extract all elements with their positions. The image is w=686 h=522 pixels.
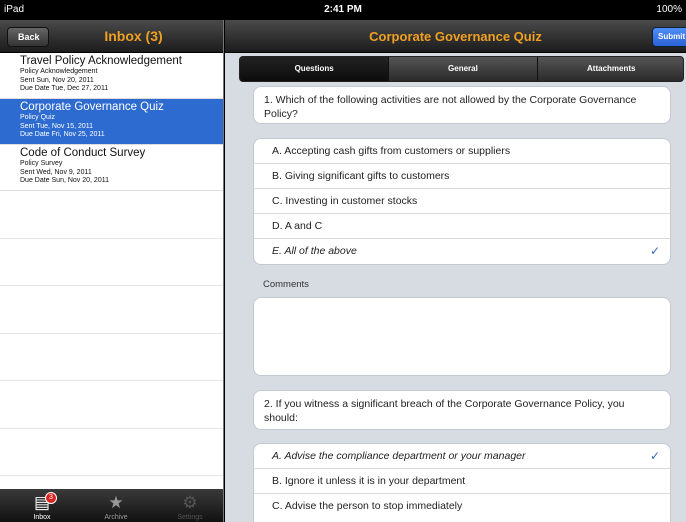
tab-settings[interactable]: ⚙ Settings — [160, 489, 220, 522]
answer-option-label: D. A and C — [272, 220, 323, 232]
submit-button[interactable]: Submit — [652, 27, 686, 47]
inbox-item-sent: Sent Sun, Nov 20, 2011 — [20, 76, 94, 84]
answer-option-label: A. Accepting cash gifts from customers o… — [272, 145, 511, 157]
checkmark-icon: ✓ — [649, 244, 660, 258]
segment-general[interactable]: General — [388, 57, 536, 81]
comments-label: Comments — [263, 279, 309, 290]
empty-row — [0, 334, 223, 381]
quiz-nav-bar: Corporate Governance Quiz Submit — [225, 20, 686, 53]
question-2-card: 2. If you witness a significant breach o… — [253, 390, 671, 430]
answer-option-selected[interactable]: A. Advise the compliance department or y… — [254, 444, 670, 469]
inbox-item-sent: Sent Wed, Nov 9, 2011 — [20, 168, 92, 176]
tab-inbox[interactable]: ▤ 3 Inbox — [12, 489, 72, 522]
inbox-item[interactable]: Code of Conduct Survey Policy Survey Sen… — [0, 145, 223, 191]
answer-option[interactable]: A. Accepting cash gifts from customers o… — [254, 139, 670, 164]
empty-row — [0, 286, 223, 334]
empty-row — [0, 191, 223, 239]
answer-option[interactable]: C. Advise the person to stop immediately — [254, 494, 670, 519]
inbox-item-due: Due Date Fri, Nov 25, 2011 — [20, 131, 105, 138]
answer-option-label: C. Investing in customer stocks — [272, 195, 418, 207]
inbox-item-type: Policy Acknowledgement — [20, 68, 98, 75]
inbox-item-due: Due Date Sun, Nov 20, 2011 — [20, 177, 109, 184]
tab-label: Inbox — [33, 514, 51, 521]
answer-option-label: E. All of the above — [272, 245, 357, 257]
status-bar: iPad 2:41 PM 100% — [0, 0, 686, 20]
answer-option[interactable]: D. A and C — [254, 214, 670, 239]
clock: 2:41 PM — [324, 4, 362, 15]
answer-option[interactable]: B. Giving significant gifts to customers — [254, 164, 670, 189]
inbox-item-title: Travel Policy Acknowledgement — [20, 55, 182, 67]
inbox-item-selected[interactable]: Corporate Governance Quiz Policy Quiz Se… — [0, 99, 223, 145]
inbox-item-due: Due Date Tue, Dec 27, 2011 — [20, 85, 109, 92]
unread-badge: 3 — [45, 492, 57, 504]
section-segmented-control: Questions General Attachments — [239, 56, 684, 82]
segment-questions[interactable]: Questions — [240, 57, 389, 81]
question-1-text: 1. Which of the following activities are… — [264, 94, 637, 120]
answer-option-label: C. Advise the person to stop immediately — [272, 500, 463, 512]
answer-option-label: B. Giving significant gifts to customers — [272, 170, 450, 182]
answer-option-label: A. Advise the compliance department or y… — [272, 450, 526, 462]
inbox-item-sent: Sent Tue, Nov 15, 2011 — [20, 122, 94, 130]
tab-label: Settings — [177, 514, 203, 521]
back-button[interactable]: Back — [7, 27, 49, 47]
empty-row — [0, 429, 223, 476]
question-2-options: A. Advise the compliance department or y… — [253, 443, 671, 522]
inbox-pane: Back Inbox (3) Travel Policy Acknowledge… — [0, 20, 224, 522]
inbox-list: Travel Policy Acknowledgement Policy Ack… — [0, 53, 223, 489]
inbox-nav-bar: Back Inbox (3) — [0, 20, 223, 53]
tab-label: Archive — [104, 514, 128, 521]
archive-icon: ★ — [108, 493, 124, 512]
question-1-card: 1. Which of the following activities are… — [253, 86, 671, 124]
quiz-pane: Corporate Governance Quiz Submit Questio… — [225, 20, 686, 522]
empty-row — [0, 381, 223, 429]
tab-bar: ▤ 3 Inbox ★ Archive ⚙ Settings — [0, 489, 223, 522]
inbox-icon: ▤ 3 — [12, 492, 72, 514]
checkmark-icon: ✓ — [649, 449, 660, 463]
answer-option-selected[interactable]: E. All of the above ✓ — [254, 239, 670, 264]
answer-option[interactable]: B. Ignore it unless it is in your depart… — [254, 469, 670, 494]
inbox-item[interactable]: Travel Policy Acknowledgement Policy Ack… — [0, 53, 223, 99]
empty-row — [0, 239, 223, 286]
inbox-item-type: Policy Quiz — [20, 114, 56, 121]
battery-level: 100% — [656, 4, 682, 15]
question-1-options: A. Accepting cash gifts from customers o… — [253, 138, 671, 265]
inbox-title: Inbox (3) — [104, 28, 163, 44]
answer-option-label: B. Ignore it unless it is in your depart… — [272, 475, 466, 487]
inbox-item-title: Code of Conduct Survey — [20, 147, 146, 159]
segment-attachments[interactable]: Attachments — [536, 57, 683, 81]
gear-icon: ⚙ — [182, 493, 198, 512]
inbox-item-title: Corporate Governance Quiz — [20, 101, 164, 113]
tab-archive[interactable]: ★ Archive — [86, 489, 146, 522]
answer-option[interactable]: C. Investing in customer stocks — [254, 189, 670, 214]
quiz-title: Corporate Governance Quiz — [369, 29, 542, 44]
comments-textarea[interactable] — [253, 297, 671, 376]
question-2-text: 2. If you witness a significant breach o… — [264, 398, 625, 424]
inbox-item-type: Policy Survey — [20, 160, 63, 167]
